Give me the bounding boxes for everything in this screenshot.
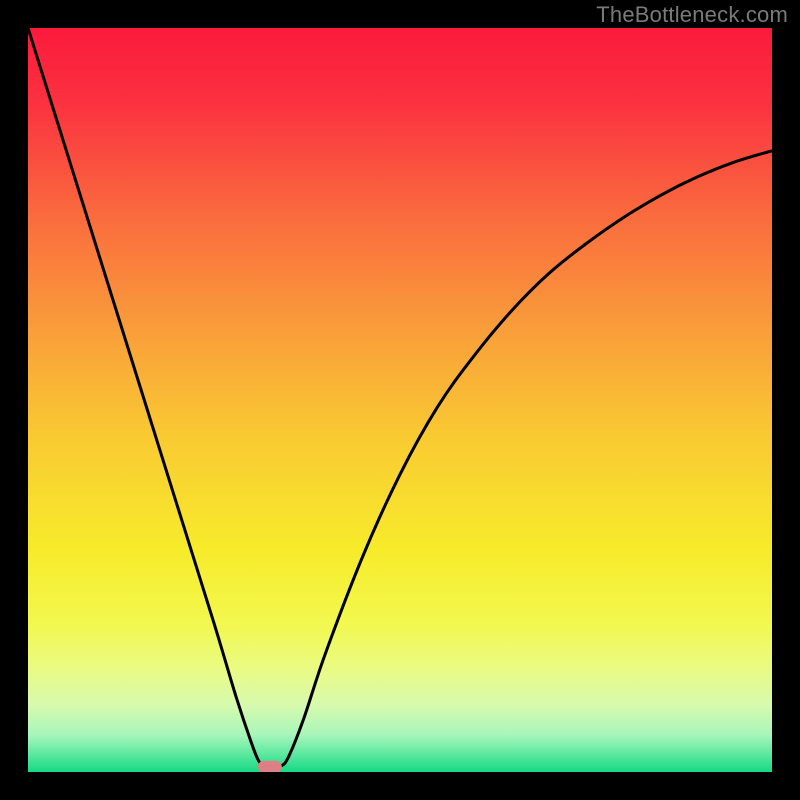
watermark-label: TheBottleneck.com	[596, 2, 788, 28]
optimal-point-marker	[258, 761, 282, 773]
chart-background	[28, 28, 772, 772]
chart-container: TheBottleneck.com	[0, 0, 800, 800]
chart-svg	[0, 0, 800, 800]
